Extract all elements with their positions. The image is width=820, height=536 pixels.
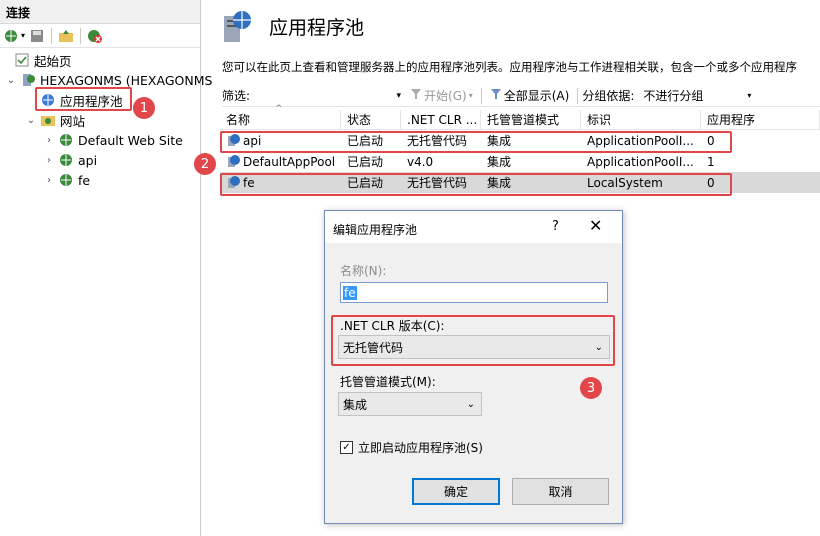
chevron-down-icon[interactable]: ⌄ (26, 115, 36, 126)
filter-label: 筛选: (222, 89, 251, 103)
page-title: 应用程序池 (269, 17, 365, 39)
table-row[interactable]: DefaultAppPool 已启动 v4.0 集成 ApplicationPo… (220, 151, 820, 172)
cancel-button[interactable]: 取消 (512, 478, 609, 505)
close-icon[interactable]: ✕ (589, 216, 602, 235)
website-globe-icon (58, 152, 74, 168)
tree-item-label: Default Web Site (78, 132, 183, 148)
help-button[interactable]: ? (552, 219, 559, 234)
chevron-down-icon[interactable]: ⌄ (6, 75, 16, 86)
up-folder-icon[interactable] (58, 28, 74, 44)
tree-item-site[interactable]: › Default Web Site (44, 130, 183, 150)
table-header: 名称 ^ 状态 .NET CLR ... 托管管道模式 标识 应用程序 (220, 104, 820, 130)
tree-item-label: api (78, 152, 98, 168)
pool-status: 已启动 (347, 155, 384, 169)
column-header-applications[interactable]: 应用程序 (701, 110, 820, 129)
column-header-name[interactable]: 名称 ^ (220, 104, 341, 129)
column-header-identity[interactable]: 标识 (581, 110, 701, 129)
column-header-status[interactable]: 状态 (341, 110, 401, 129)
chevron-right-icon[interactable]: › (44, 155, 54, 166)
start-button[interactable]: 开始(G) ▾ (410, 87, 473, 104)
pipeline-mode-label: 托管管道模式(M): (340, 375, 436, 389)
tree-item-site[interactable]: › fe (44, 170, 90, 190)
filter-dropdown-icon[interactable]: ▾ (397, 91, 402, 101)
connect-dropdown-icon[interactable]: ▾ (21, 31, 25, 40)
dialog-title: 编辑应用程序池 (333, 223, 418, 237)
app-pool-icon (226, 154, 241, 169)
highlight-box-fe-row (220, 173, 732, 196)
checkmark-icon[interactable]: ✓ (340, 441, 353, 454)
toolbar-separator (577, 87, 579, 104)
pool-name: DefaultAppPool (243, 154, 336, 169)
highlight-box-clr-version (331, 315, 615, 366)
chevron-right-icon[interactable]: › (44, 175, 54, 186)
name-input[interactable]: fe (340, 282, 608, 303)
connections-header: 连接 (0, 0, 200, 24)
highlight-box-api-row (220, 131, 732, 153)
connections-pane: 连接 ▾ 起始页 ⌄ HEXAGONMS (HEXAGONMS 应用程序池 ⌄ … (0, 0, 212, 536)
server-icon (20, 72, 36, 88)
toolbar-separator (80, 27, 82, 44)
autostart-checkbox[interactable]: ✓ 立即启动应用程序池(S) (340, 439, 483, 456)
pool-clr: v4.0 (407, 154, 434, 169)
pool-pipeline: 集成 (487, 155, 512, 169)
step-badge-3: 3 (580, 377, 602, 399)
step-badge-2: 2 (194, 153, 216, 175)
funnel-icon (410, 88, 422, 103)
step-badge-1: 1 (133, 97, 155, 119)
disconnect-icon[interactable] (87, 28, 103, 44)
tree-item-label: fe (78, 172, 91, 188)
tree-item-site[interactable]: › api (44, 150, 97, 170)
highlight-box-app-pools (35, 87, 132, 111)
tree-item-label: 网站 (60, 113, 86, 129)
dialog-title-bar: 编辑应用程序池 ? ✕ (325, 211, 622, 243)
toolbar-separator (480, 87, 482, 104)
connect-globe-icon[interactable] (4, 28, 20, 44)
tree-item-sites[interactable]: ⌄ 网站 (26, 110, 85, 130)
start-page-icon (14, 52, 30, 68)
save-icon[interactable] (29, 28, 45, 44)
show-all-button[interactable]: 全部显示(A) (490, 87, 569, 104)
column-header-pipeline[interactable]: 托管管道模式 (481, 110, 581, 129)
name-label: 名称(N): (340, 264, 387, 278)
start-dropdown-icon: ▾ (468, 91, 473, 100)
show-all-icon (490, 88, 502, 103)
chevron-right-icon[interactable]: › (44, 135, 54, 146)
pool-identity: ApplicationPoolI... (587, 154, 694, 169)
toolbar-separator (51, 27, 53, 44)
group-by-label: 分组依据: (582, 89, 635, 103)
sort-ascending-icon: ^ (275, 104, 283, 114)
ok-button[interactable]: 确定 (412, 478, 500, 505)
website-globe-icon (58, 132, 74, 148)
tree-item-label: 起始页 (34, 53, 72, 69)
tree-item-label: HEXAGONMS (HEXAGONMS (40, 72, 213, 88)
edit-app-pool-dialog: 编辑应用程序池 ? ✕ 名称(N): fe .NET CLR 版本(C): 无托… (324, 210, 623, 524)
chevron-down-icon: ⌄ (466, 398, 475, 410)
pipeline-mode-select[interactable]: 集成 ⌄ (338, 392, 482, 416)
page-description: 您可以在此页上查看和管理服务器上的应用程序池列表。应用程序池与工作进程相关联，包… (222, 60, 797, 74)
group-by-select[interactable]: 不进行分组 ▾ (638, 85, 757, 106)
pool-app-count: 1 (707, 154, 715, 169)
tree-item-start-page[interactable]: 起始页 (14, 50, 72, 70)
column-header-clr[interactable]: .NET CLR ... (401, 110, 481, 129)
chevron-down-icon: ▾ (747, 91, 752, 100)
app-pools-header-icon (220, 8, 256, 47)
sites-folder-icon (40, 112, 56, 128)
filter-toolbar: 筛选: ▾ 开始(G) ▾ 全部显示(A) 分组依据: 不进行分组 ▾ (222, 85, 820, 107)
filter-input[interactable]: ▾ (252, 86, 403, 105)
website-globe-icon (58, 172, 74, 188)
connections-toolbar: ▾ (0, 24, 200, 48)
